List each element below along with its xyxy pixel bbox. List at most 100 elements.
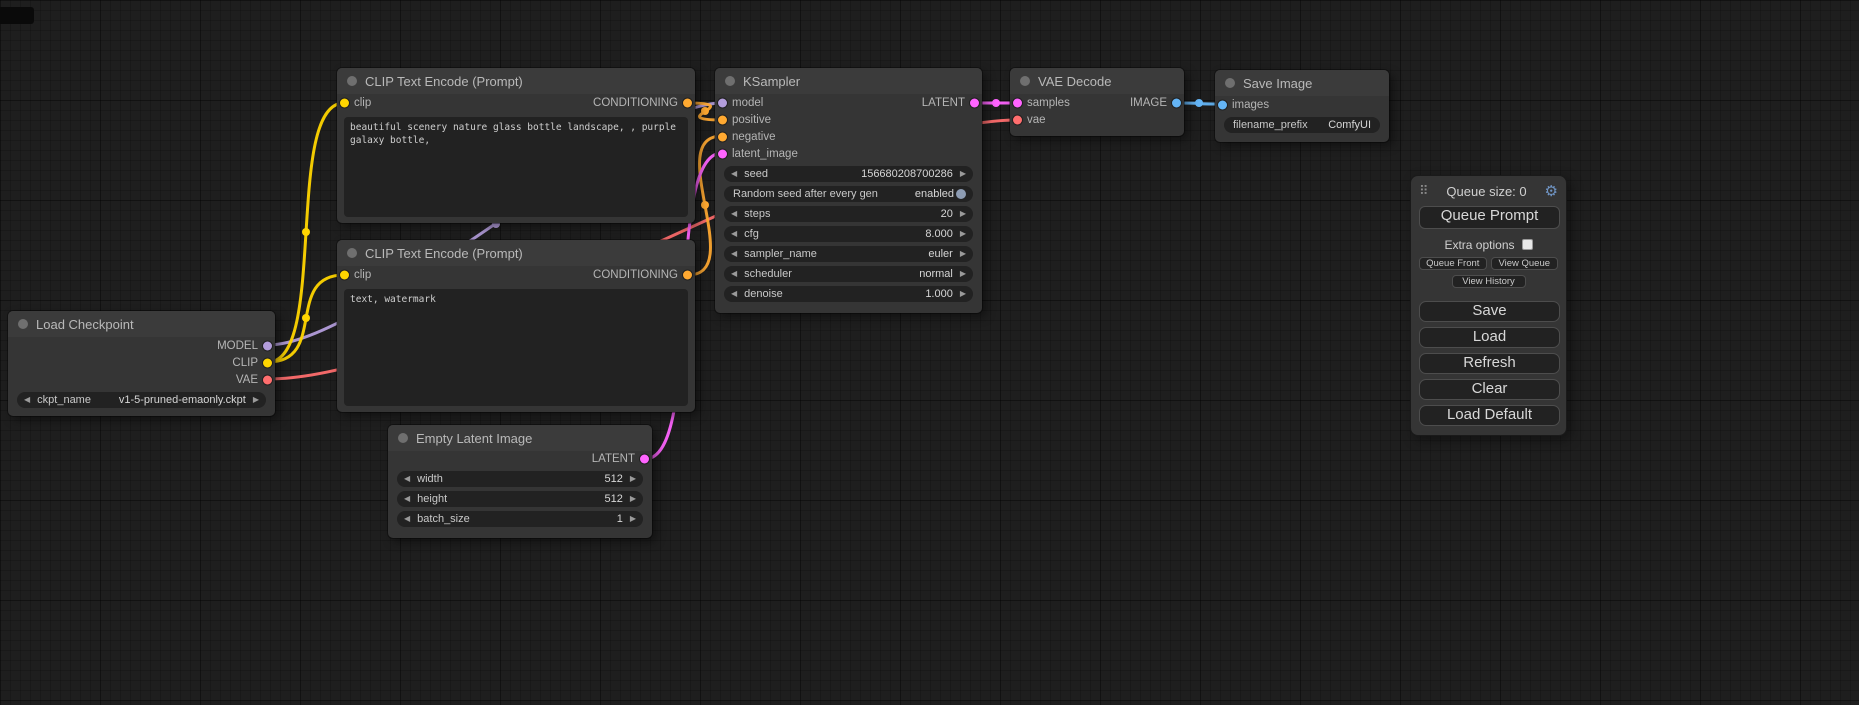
output-socket-latent[interactable] <box>970 98 979 107</box>
negative-prompt-textarea[interactable]: text, watermark <box>344 289 688 406</box>
width-stepper[interactable]: ◀ width 512 ▶ <box>397 471 643 487</box>
output-socket-conditioning[interactable] <box>683 98 692 107</box>
seed-stepper[interactable]: ◀ seed 156680208700286 ▶ <box>724 166 973 182</box>
stepper-left-arrow-icon[interactable]: ◀ <box>404 495 410 503</box>
node-title-bar[interactable]: VAE Decode <box>1010 68 1184 94</box>
node-vae-decode[interactable]: VAE Decode samples IMAGE vae <box>1010 68 1184 136</box>
extra-options-checkbox[interactable] <box>1522 239 1533 250</box>
node-title-bar[interactable]: Empty Latent Image <box>388 425 652 451</box>
link-midpoint-dot <box>302 314 310 322</box>
collapse-dot-icon[interactable] <box>18 319 28 329</box>
input-socket-vae[interactable] <box>1013 115 1022 124</box>
widget-value: 512 <box>604 493 622 505</box>
input-socket-negative[interactable] <box>718 132 727 141</box>
ckpt-name-combo[interactable]: ◀ ckpt_name v1-5-pruned-emaonly.ckpt ▶ <box>17 392 266 408</box>
combo-right-arrow-icon[interactable]: ▶ <box>960 250 966 258</box>
filename-prefix-field[interactable]: filename_prefix ComfyUI <box>1224 117 1380 133</box>
output-label-latent: LATENT <box>592 453 635 465</box>
cfg-stepper[interactable]: ◀ cfg 8.000 ▶ <box>724 226 973 242</box>
stepper-left-arrow-icon[interactable]: ◀ <box>731 290 737 298</box>
stepper-left-arrow-icon[interactable]: ◀ <box>404 475 410 483</box>
input-socket-images[interactable] <box>1218 100 1227 109</box>
input-socket-positive[interactable] <box>718 115 727 124</box>
stepper-left-arrow-icon[interactable]: ◀ <box>731 170 737 178</box>
node-title-bar[interactable]: KSampler <box>715 68 982 94</box>
input-socket-clip[interactable] <box>340 270 349 279</box>
input-socket-model[interactable] <box>718 98 727 107</box>
combo-left-arrow-icon[interactable]: ◀ <box>731 270 737 278</box>
stepper-left-arrow-icon[interactable]: ◀ <box>731 210 737 218</box>
drag-handle-icon[interactable]: ⠿ <box>1419 184 1429 199</box>
load-default-button[interactable]: Load Default <box>1419 405 1560 426</box>
node-clip-text-encode-positive[interactable]: CLIP Text Encode (Prompt) clip CONDITION… <box>337 68 695 223</box>
link-midpoint-dot <box>1195 99 1203 107</box>
output-socket-image[interactable] <box>1172 98 1181 107</box>
input-socket-clip[interactable] <box>340 98 349 107</box>
node-title-bar[interactable]: CLIP Text Encode (Prompt) <box>337 240 695 266</box>
positive-prompt-textarea[interactable]: beautiful scenery nature glass bottle la… <box>344 117 688 217</box>
stepper-right-arrow-icon[interactable]: ▶ <box>630 495 636 503</box>
slot-row: samples IMAGE <box>1010 94 1184 111</box>
node-title-bar[interactable]: CLIP Text Encode (Prompt) <box>337 68 695 94</box>
output-socket-vae[interactable] <box>263 375 272 384</box>
collapse-dot-icon[interactable] <box>347 76 357 86</box>
stepper-right-arrow-icon[interactable]: ▶ <box>630 515 636 523</box>
widget-label: denoise <box>744 288 783 300</box>
sampler-name-combo[interactable]: ◀ sampler_name euler ▶ <box>724 246 973 262</box>
widget-label: seed <box>744 168 768 180</box>
node-graph-canvas[interactable]: Load Checkpoint MODEL CLIP VAE ◀ ckpt_na… <box>0 0 1859 705</box>
combo-left-arrow-icon[interactable]: ◀ <box>24 396 30 404</box>
stepper-left-arrow-icon[interactable]: ◀ <box>404 515 410 523</box>
refresh-button[interactable]: Refresh <box>1419 353 1560 374</box>
stepper-right-arrow-icon[interactable]: ▶ <box>960 170 966 178</box>
node-title-bar[interactable]: Save Image <box>1215 70 1389 96</box>
view-history-button[interactable]: View History <box>1452 275 1526 288</box>
save-button[interactable]: Save <box>1419 301 1560 322</box>
slot-row: images <box>1215 96 1389 113</box>
queue-front-button[interactable]: Queue Front <box>1419 257 1487 270</box>
widget-value: 8.000 <box>925 228 953 240</box>
stepper-left-arrow-icon[interactable]: ◀ <box>731 230 737 238</box>
output-socket-clip[interactable] <box>263 358 272 367</box>
view-queue-button[interactable]: View Queue <box>1491 257 1559 270</box>
scheduler-combo[interactable]: ◀ scheduler normal ▶ <box>724 266 973 282</box>
stepper-right-arrow-icon[interactable]: ▶ <box>960 210 966 218</box>
slot-row: negative <box>715 128 982 145</box>
queue-prompt-button[interactable]: Queue Prompt <box>1419 206 1560 229</box>
widget-label: sampler_name <box>744 248 817 260</box>
random-seed-toggle[interactable]: Random seed after every gen enabled <box>724 186 973 202</box>
link-midpoint-dot <box>992 99 1000 107</box>
combo-right-arrow-icon[interactable]: ▶ <box>253 396 259 404</box>
height-stepper[interactable]: ◀ height 512 ▶ <box>397 491 643 507</box>
clear-button[interactable]: Clear <box>1419 379 1560 400</box>
steps-stepper[interactable]: ◀ steps 20 ▶ <box>724 206 973 222</box>
load-button[interactable]: Load <box>1419 327 1560 348</box>
settings-gear-icon[interactable]: ⚙ <box>1545 184 1558 199</box>
output-socket-conditioning[interactable] <box>683 270 692 279</box>
batch-size-stepper[interactable]: ◀ batch_size 1 ▶ <box>397 511 643 527</box>
collapse-dot-icon[interactable] <box>725 76 735 86</box>
output-label-conditioning: CONDITIONING <box>593 269 678 281</box>
slot-row: model LATENT <box>715 94 982 111</box>
collapse-dot-icon[interactable] <box>1020 76 1030 86</box>
node-save-image[interactable]: Save Image images filename_prefix ComfyU… <box>1215 70 1389 142</box>
combo-right-arrow-icon[interactable]: ▶ <box>960 270 966 278</box>
input-socket-samples[interactable] <box>1013 98 1022 107</box>
node-ksampler[interactable]: KSampler model LATENT positive negative … <box>715 68 982 313</box>
input-socket-latent-image[interactable] <box>718 149 727 158</box>
collapse-dot-icon[interactable] <box>398 433 408 443</box>
toggle-dot-icon[interactable] <box>956 189 966 199</box>
combo-left-arrow-icon[interactable]: ◀ <box>731 250 737 258</box>
node-clip-text-encode-negative[interactable]: CLIP Text Encode (Prompt) clip CONDITION… <box>337 240 695 412</box>
stepper-right-arrow-icon[interactable]: ▶ <box>960 290 966 298</box>
node-empty-latent-image[interactable]: Empty Latent Image LATENT ◀ width 512 ▶ … <box>388 425 652 538</box>
collapse-dot-icon[interactable] <box>1225 78 1235 88</box>
stepper-right-arrow-icon[interactable]: ▶ <box>960 230 966 238</box>
stepper-right-arrow-icon[interactable]: ▶ <box>630 475 636 483</box>
node-load-checkpoint[interactable]: Load Checkpoint MODEL CLIP VAE ◀ ckpt_na… <box>8 311 275 416</box>
output-socket-model[interactable] <box>263 341 272 350</box>
denoise-stepper[interactable]: ◀ denoise 1.000 ▶ <box>724 286 973 302</box>
output-socket-latent[interactable] <box>640 455 649 464</box>
collapse-dot-icon[interactable] <box>347 248 357 258</box>
node-title-bar[interactable]: Load Checkpoint <box>8 311 275 337</box>
